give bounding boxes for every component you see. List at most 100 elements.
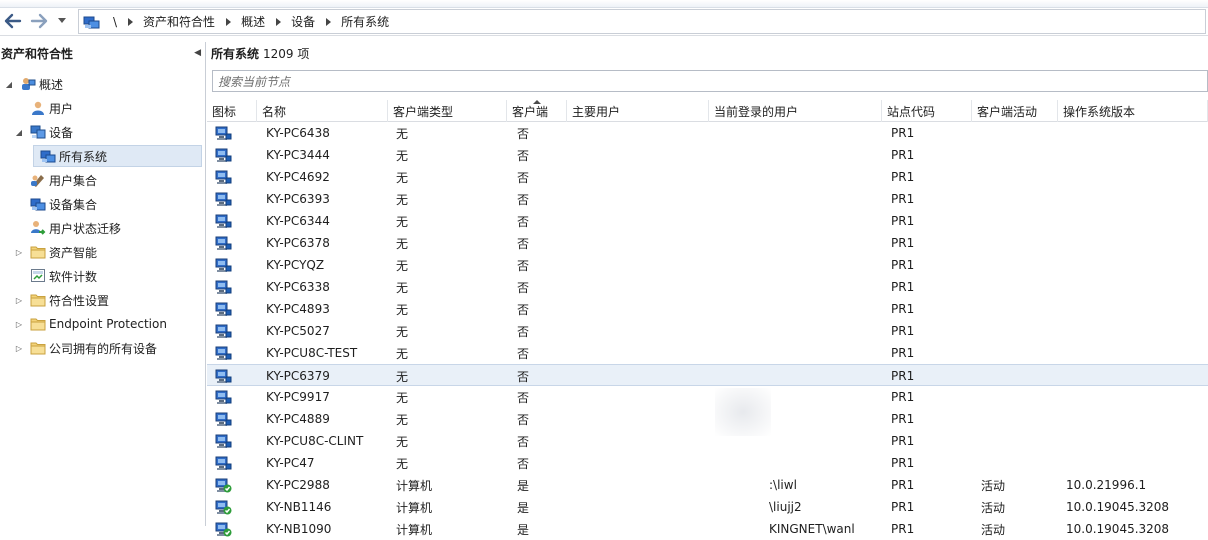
computer-icon: [215, 301, 232, 317]
breadcrumb-separator-icon[interactable]: [271, 10, 285, 33]
tree-item[interactable]: 用户状态迁移: [0, 216, 205, 240]
cell-site-code: PR1: [891, 192, 915, 206]
collapse-arrow-icon[interactable]: ◢: [14, 127, 24, 137]
search-input[interactable]: 搜索当前节点: [212, 70, 1208, 92]
breadcrumb-separator-icon[interactable]: [221, 10, 235, 33]
table-row[interactable]: KY-PC3444 无 否 PR1: [207, 144, 1208, 166]
cell-client: 否: [517, 390, 530, 405]
results-count: 1209 项: [263, 46, 310, 61]
cell-site-code: PR1: [891, 214, 915, 228]
computer-icon: [215, 455, 232, 471]
table-row[interactable]: KY-PC6393 无 否 PR1: [207, 188, 1208, 210]
cell-logged-user: \liujj2: [769, 500, 802, 514]
tree-item-label: 所有系统: [59, 149, 108, 164]
column-header-name[interactable]: 名称: [257, 100, 388, 122]
cell-name: KY-PC5027: [266, 324, 330, 338]
column-header-row: 图标 名称 客户端类型 客户端 主要用户 当前登录的用户 站点代码 客户端活动 操作系统版本: [207, 100, 1208, 122]
breadcrumb-assets[interactable]: 资产和符合性: [137, 13, 221, 30]
cell-client-type: 无: [396, 369, 409, 384]
tree-item[interactable]: ◢ 概述: [0, 72, 205, 96]
breadcrumb-root[interactable]: \: [107, 15, 123, 29]
table-row[interactable]: KY-PC6378 无 否 PR1: [207, 232, 1208, 254]
breadcrumb-separator-icon[interactable]: [321, 10, 335, 33]
cell-name: KY-PCYQZ: [266, 258, 325, 272]
computer-icon: [215, 235, 232, 251]
cell-name: KY-PC6379: [266, 369, 330, 383]
column-header-icon[interactable]: 图标: [207, 100, 257, 122]
table-row[interactable]: KY-PCU8C-CLINT 无 否 PR1: [207, 430, 1208, 452]
tree-item-label: Endpoint Protection: [49, 317, 167, 331]
column-header-primary-user[interactable]: 主要用户: [567, 100, 709, 122]
column-header-site-code[interactable]: 站点代码: [882, 100, 972, 122]
tree-item[interactable]: 软件计数: [0, 264, 205, 288]
cell-client-type: 无: [396, 434, 409, 449]
column-header-client-activity[interactable]: 客户端活动: [972, 100, 1058, 122]
expand-arrow-icon[interactable]: ▷: [14, 295, 24, 305]
address-bar[interactable]: \ 资产和符合性 概述 设备 所有系统: [78, 9, 1206, 34]
column-header-logged-user[interactable]: 当前登录的用户: [709, 100, 882, 122]
computer-icon: [215, 433, 232, 449]
table-row[interactable]: KY-PC6438 无 否 PR1: [207, 122, 1208, 144]
tree-item[interactable]: 设备集合: [0, 192, 205, 216]
table-row[interactable]: KY-PC6379 无 否 PR1: [207, 364, 1208, 386]
cell-site-code: PR1: [891, 126, 915, 140]
collapse-pane-icon[interactable]: ◀: [194, 48, 201, 58]
forward-arrow-icon: [30, 13, 48, 29]
table-row[interactable]: KY-PCU8C-TEST 无 否 PR1: [207, 342, 1208, 364]
breadcrumb-devices[interactable]: 设备: [285, 13, 321, 30]
cell-client: 是: [517, 522, 530, 537]
software-metering-icon: [30, 268, 46, 284]
tree-item[interactable]: ▷ 符合性设置: [0, 288, 205, 312]
table-row[interactable]: KY-PC4889 无 否 PR1: [207, 408, 1208, 430]
tree-item[interactable]: ▷ Endpoint Protection: [0, 312, 205, 336]
breadcrumb-all-systems[interactable]: 所有系统: [335, 13, 395, 30]
breadcrumb-separator-icon[interactable]: [123, 10, 137, 33]
breadcrumb-overview[interactable]: 概述: [235, 13, 271, 30]
table-row[interactable]: KY-PC6338 无 否 PR1: [207, 276, 1208, 298]
table-row[interactable]: KY-NB1146 计算机 是 \liujj2 PR1 活动 10.0.19045.3208: [207, 496, 1208, 518]
table-row[interactable]: KY-PC2988 计算机 是:\liwl PR1 活动 10.0.21996.1: [207, 474, 1208, 496]
cell-name: KY-PC4889: [266, 412, 330, 426]
tree-item[interactable]: ▷ 公司拥有的所有设备: [0, 336, 205, 360]
cell-client-type: 无: [396, 302, 409, 317]
forward-button[interactable]: [28, 10, 50, 32]
history-dropdown-button[interactable]: [54, 10, 70, 32]
collapse-arrow-icon[interactable]: ◢: [4, 79, 14, 89]
column-header-label: 主要用户: [572, 105, 621, 119]
table-row[interactable]: KY-PC4893 无 否 PR1: [207, 298, 1208, 320]
table-row[interactable]: KY-NB1090 计算机 是 KINGNET\wanl PR1 活动 10.0.19045…: [207, 518, 1208, 540]
table-row[interactable]: KY-PC5027 无 否 PR1: [207, 320, 1208, 342]
tree-item[interactable]: 所有系统: [0, 144, 205, 168]
workspace-title: 资产和符合性: [1, 46, 74, 61]
column-header-client[interactable]: 客户端: [507, 100, 567, 122]
column-header-label: 操作系统版本: [1063, 105, 1136, 119]
computer-icon: [215, 213, 232, 229]
collection-icon: [40, 148, 56, 164]
tree-item[interactable]: 用户: [0, 96, 205, 120]
table-row[interactable]: KY-PC47 无 否 PR1: [207, 452, 1208, 474]
table-row[interactable]: KY-PC6344 无 否 PR1: [207, 210, 1208, 232]
table-row[interactable]: KY-PC9917 无 否 PR1: [207, 386, 1208, 408]
tree-item-label: 用户集合: [49, 173, 98, 188]
cell-site-code: PR1: [891, 236, 915, 250]
table-row[interactable]: KY-PC4692 无 否 PR1: [207, 166, 1208, 188]
cell-name: KY-PC4893: [266, 302, 330, 316]
computer-icon: [215, 368, 232, 384]
tree-item-label: 公司拥有的所有设备: [49, 341, 158, 356]
column-header-os-version[interactable]: 操作系统版本: [1058, 100, 1208, 122]
folder-icon: [30, 244, 46, 260]
expand-arrow-icon[interactable]: ▷: [14, 247, 24, 257]
table-row[interactable]: KY-PCYQZ 无 否 PR1: [207, 254, 1208, 276]
tree-item[interactable]: ◢ 设备: [0, 120, 205, 144]
tree-item[interactable]: 用户集合: [0, 168, 205, 192]
cell-client-type: 无: [396, 412, 409, 427]
column-header-client-type[interactable]: 客户端类型: [388, 100, 507, 122]
cell-os-version: 10.0.19045.3208: [1066, 522, 1170, 536]
cell-site-code: PR1: [891, 280, 915, 294]
cell-name: KY-PC3444: [266, 148, 330, 162]
back-button[interactable]: [2, 10, 24, 32]
expand-arrow-icon[interactable]: ▷: [14, 343, 24, 353]
tree-item-label: 符合性设置: [49, 293, 110, 308]
expand-arrow-icon[interactable]: ▷: [14, 319, 24, 329]
tree-item[interactable]: ▷ 资产智能: [0, 240, 205, 264]
